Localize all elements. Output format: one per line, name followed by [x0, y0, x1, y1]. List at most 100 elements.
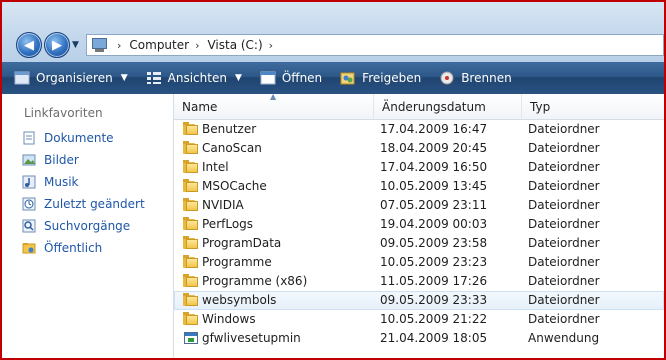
file-modified-date: 10.05.2009 23:23 [380, 255, 488, 269]
file-type: Dateiordner [528, 255, 600, 269]
command-bar: Organisieren ▼ Ansichten ▼ Öffnen Freige… [2, 62, 664, 94]
chevron-down-icon: ▼ [72, 40, 79, 50]
chevron-down-icon: ▼ [234, 73, 242, 83]
folder-icon [183, 293, 199, 307]
table-row[interactable]: PerfLogs 19.04.2009 00:03 Dateiordner [174, 215, 664, 234]
address-bar[interactable]: › Computer › Vista (C:) › [86, 34, 664, 56]
file-modified-date: 17.04.2009 16:47 [380, 122, 488, 136]
file-modified-date: 10.05.2009 13:45 [380, 179, 488, 193]
navigation-pane: Linkfavoriten Dokumente Bilder Musik Zul… [2, 94, 174, 358]
sidebar-item-label: Musik [44, 175, 79, 189]
sidebar-item-public[interactable]: Öffentlich [22, 238, 102, 258]
file-modified-date: 21.04.2009 18:05 [380, 331, 488, 345]
breadcrumb-separator[interactable]: › [269, 39, 273, 52]
favorite-links-heading: Linkfavoriten [24, 106, 103, 120]
breadcrumb-separator[interactable]: › [117, 39, 121, 52]
column-header-name[interactable]: ▲ Name [174, 92, 374, 120]
sidebar-item-label: Bilder [44, 153, 79, 167]
table-row[interactable]: ProgramData 09.05.2009 23:58 Dateiordner [174, 234, 664, 253]
burn-button[interactable]: Brennen [433, 62, 517, 94]
file-type: Dateiordner [528, 236, 600, 250]
sidebar-item-label: Öffentlich [44, 241, 103, 255]
file-type: Dateiordner [528, 160, 600, 174]
address-region: ◀ ▶ ▼ › Computer › Vista (C:) › [2, 2, 664, 62]
file-name: Benutzer [202, 122, 257, 136]
organize-button[interactable]: Organisieren ▼ [8, 62, 134, 94]
explorer-window: ◀ ▶ ▼ › Computer › Vista (C:) › Organisi… [2, 2, 664, 358]
documents-icon [22, 131, 36, 145]
file-type: Dateiordner [528, 141, 600, 155]
forward-button[interactable]: ▶ [44, 32, 70, 58]
column-header-label: Name [182, 99, 218, 114]
column-header-type[interactable]: Typ [522, 94, 664, 120]
file-modified-date: 10.05.2009 21:22 [380, 312, 488, 326]
file-modified-date: 11.05.2009 17:26 [380, 274, 488, 288]
breadcrumb-drive[interactable]: Vista (C:) [207, 38, 262, 52]
file-name: MSOCache [202, 179, 267, 193]
recent-icon [22, 197, 36, 211]
recent-pages-dropdown[interactable]: ▼ [72, 40, 82, 50]
column-header-date[interactable]: Änderungsdatum [374, 94, 522, 120]
table-row[interactable]: CanoScan 18.04.2009 20:45 Dateiordner [174, 139, 664, 158]
sidebar-item-searches[interactable]: Suchvorgänge [22, 216, 130, 236]
file-modified-date: 19.04.2009 00:03 [380, 217, 488, 231]
back-button[interactable]: ◀ [16, 32, 42, 58]
file-name: Windows [202, 312, 256, 326]
sidebar-item-music[interactable]: Musik [22, 172, 79, 192]
views-button[interactable]: Ansichten ▼ [140, 62, 248, 94]
file-name: Programme [202, 255, 272, 269]
share-label: Freigeben [362, 71, 422, 85]
column-header-label: Typ [530, 99, 551, 114]
file-type: Dateiordner [528, 179, 600, 193]
sidebar-item-recent[interactable]: Zuletzt geändert [22, 194, 145, 214]
open-button[interactable]: Öffnen [254, 62, 328, 94]
column-header-label: Änderungsdatum [382, 99, 486, 114]
table-row[interactable]: NVIDIA 07.05.2009 23:11 Dateiordner [174, 196, 664, 215]
table-row[interactable]: gfwlivesetupmin 21.04.2009 18:05 Anwendung [174, 329, 664, 348]
open-label: Öffnen [281, 71, 323, 85]
sidebar-item-label: Zuletzt geändert [44, 197, 145, 211]
table-row[interactable]: MSOCache 10.05.2009 13:45 Dateiordner [174, 177, 664, 196]
open-window-icon [260, 71, 276, 85]
file-name: Programme (x86) [202, 274, 308, 288]
sidebar-item-pictures[interactable]: Bilder [22, 150, 79, 170]
table-row[interactable]: Programme (x86) 11.05.2009 17:26 Dateiordn… [174, 272, 664, 291]
chevron-down-icon: ▼ [120, 73, 128, 83]
breadcrumb-computer[interactable]: Computer [129, 38, 189, 52]
file-modified-date: 17.04.2009 16:50 [380, 160, 488, 174]
views-icon [146, 71, 162, 85]
sidebar-item-label: Dokumente [44, 131, 114, 145]
file-list: ▲ Name Änderungsdatum Typ Benutzer 17.04.… [174, 92, 664, 358]
table-row[interactable]: websymbols 09.05.2009 23:33 Dateiordner [174, 291, 664, 310]
table-row[interactable]: Programme 10.05.2009 23:23 Dateiordner [174, 253, 664, 272]
sidebar-item-documents[interactable]: Dokumente [22, 128, 114, 148]
file-modified-date: 09.05.2009 23:33 [380, 293, 488, 307]
organize-icon [14, 71, 30, 85]
sidebar-item-label: Suchvorgänge [44, 219, 131, 233]
pictures-icon [22, 153, 36, 167]
computer-icon [89, 36, 111, 54]
table-row[interactable]: Benutzer 17.04.2009 16:47 Dateiordner [174, 120, 664, 139]
breadcrumb-separator[interactable]: › [195, 39, 199, 52]
file-name: websymbols [202, 293, 277, 307]
search-icon [22, 219, 36, 233]
forward-arrow-icon: ▶ [52, 37, 62, 53]
file-name: ProgramData [202, 236, 282, 250]
application-icon [183, 331, 199, 345]
folder-icon [183, 198, 199, 212]
file-type: Dateiordner [528, 198, 600, 212]
share-button[interactable]: Freigeben [334, 62, 427, 94]
file-modified-date: 18.04.2009 20:45 [380, 141, 488, 155]
file-type: Dateiordner [528, 293, 600, 307]
file-type: Anwendung [528, 331, 600, 345]
burn-disc-icon [439, 71, 455, 85]
music-icon [22, 175, 36, 189]
file-name: PerfLogs [202, 217, 254, 231]
folder-icon [183, 160, 199, 174]
table-row[interactable]: Intel 17.04.2009 16:50 Dateiordner [174, 158, 664, 177]
file-name: gfwlivesetupmin [202, 331, 301, 345]
burn-label: Brennen [461, 71, 512, 85]
folder-icon [183, 255, 199, 269]
table-row[interactable]: Windows 10.05.2009 21:22 Dateiordner [174, 310, 664, 329]
folder-icon [183, 141, 199, 155]
